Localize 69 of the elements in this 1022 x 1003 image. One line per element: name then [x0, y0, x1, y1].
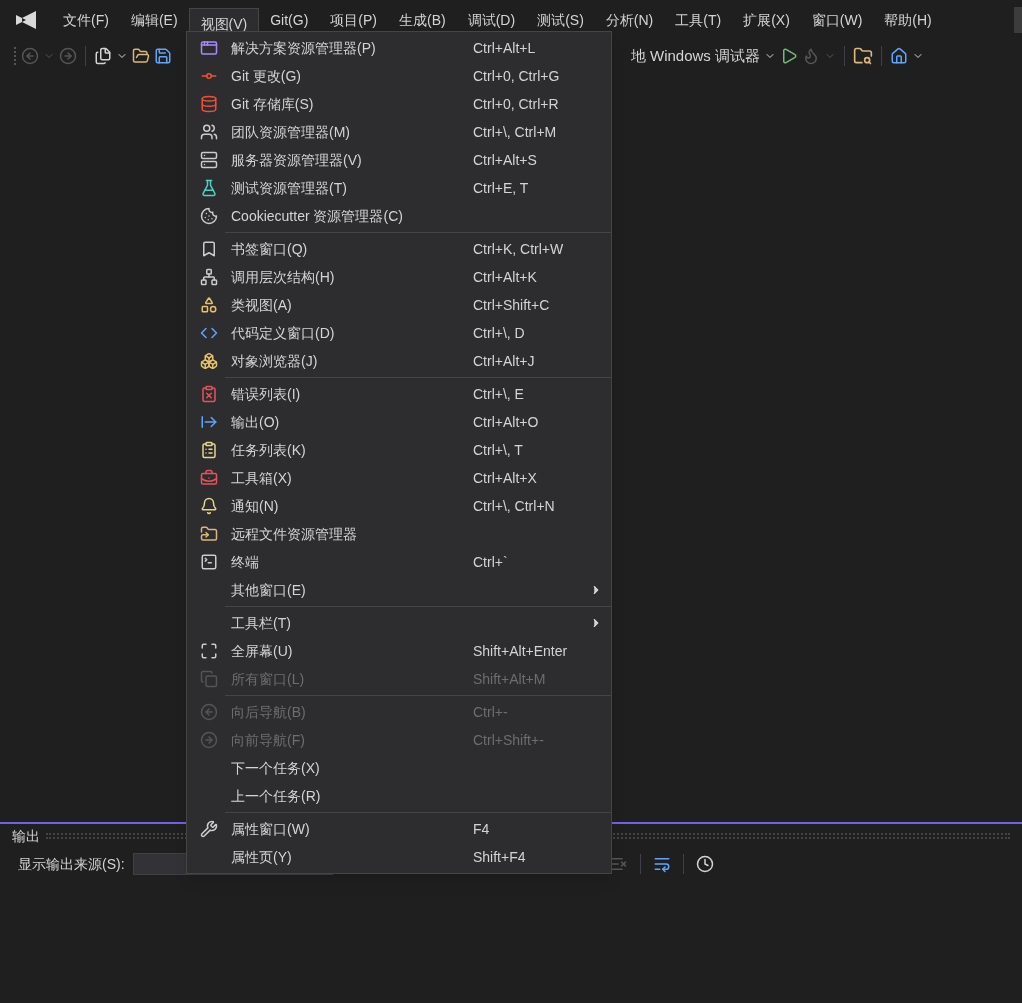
menu-entry[interactable]: Git 更改(G) Ctrl+0, Ctrl+G — [187, 62, 611, 90]
debugger-label[interactable]: 地 Windows 调试器 — [630, 44, 760, 68]
clear-list-icon[interactable] — [610, 855, 628, 873]
open-folder-icon[interactable] — [132, 47, 150, 65]
menu-item[interactable]: 文件(F) — [52, 8, 120, 32]
people-icon — [200, 123, 218, 141]
menu-entry[interactable]: 测试资源管理器(T) Ctrl+E, T — [187, 174, 611, 202]
menu-item[interactable]: 编辑(E) — [119, 8, 189, 32]
word-wrap-icon[interactable] — [653, 855, 671, 873]
play-icon[interactable] — [780, 47, 798, 65]
menu-entry[interactable]: 全屏幕(U) Shift+Alt+Enter — [187, 637, 611, 665]
menu-entry[interactable]: 远程文件资源管理器 — [187, 520, 611, 548]
menu-entry[interactable]: 错误列表(I) Ctrl+\, E — [187, 380, 611, 408]
server-icon — [200, 151, 218, 169]
menu-entry[interactable]: 调用层次结构(H) Ctrl+Alt+K — [187, 263, 611, 291]
wrench-icon — [200, 820, 218, 838]
menu-entry[interactable]: 类视图(A) Ctrl+Shift+C — [187, 291, 611, 319]
forward-icon[interactable] — [59, 47, 77, 65]
menu-entry[interactable]: 通知(N) Ctrl+\, Ctrl+N — [187, 492, 611, 520]
menu-entry[interactable]: 服务器资源管理器(V) Ctrl+Alt+S — [187, 146, 611, 174]
task-list-icon — [200, 441, 218, 459]
fullscreen-icon — [200, 642, 218, 660]
remote-folder-icon — [200, 525, 218, 543]
menu-item[interactable]: 调试(D) — [456, 8, 527, 32]
menu-item[interactable]: 项目(P) — [319, 8, 388, 32]
database-icon — [200, 95, 218, 113]
source-label: 显示输出来源(S): — [18, 854, 125, 874]
menu-entry[interactable]: 工具箱(X) Ctrl+Alt+X — [187, 464, 611, 492]
back-icon — [200, 703, 218, 721]
cookie-icon — [200, 207, 218, 225]
forward-icon — [200, 731, 218, 749]
menu-entry[interactable]: 上一个任务(R) — [187, 782, 611, 810]
clock-icon[interactable] — [696, 855, 714, 873]
menu-entry[interactable]: 团队资源管理器(M) Ctrl+\, Ctrl+M — [187, 118, 611, 146]
menu-entry[interactable]: 下一个任务(X) — [187, 754, 611, 782]
menu-item[interactable]: 扩展(X) — [732, 8, 801, 32]
menu-entry[interactable]: 属性页(Y) Shift+F4 — [187, 843, 611, 871]
logo-icon — [14, 9, 38, 31]
menu-entry[interactable]: 其他窗口(E) — [187, 576, 611, 604]
menu-item[interactable]: 分析(N) — [594, 8, 665, 32]
menu-entry[interactable]: 工具栏(T) — [187, 609, 611, 637]
menu-entry[interactable]: 对象浏览器(J) Ctrl+Alt+J — [187, 347, 611, 375]
menu-item[interactable]: 测试(S) — [526, 8, 595, 32]
folder-search-icon[interactable] — [853, 46, 873, 66]
menu-entry[interactable]: 终端 Ctrl+` — [187, 548, 611, 576]
search-field[interactable] — [1014, 7, 1022, 33]
window-icon — [200, 39, 218, 57]
menu-entry[interactable]: 属性窗口(W) F4 — [187, 815, 611, 843]
menu-item[interactable]: 工具(T) — [664, 8, 733, 32]
save-icon[interactable] — [154, 47, 172, 65]
flask-icon — [200, 179, 218, 197]
menu-entry[interactable]: Git 存储库(S) Ctrl+0, Ctrl+R — [187, 90, 611, 118]
back-icon[interactable] — [21, 47, 39, 65]
menu-entry[interactable]: Cookiecutter 资源管理器(C) — [187, 202, 611, 230]
menu-entry[interactable]: 代码定义窗口(D) Ctrl+\, D — [187, 319, 611, 347]
bell-icon — [200, 497, 218, 515]
menu-item[interactable]: 窗口(W) — [800, 8, 874, 32]
panel-title: 输出 — [12, 826, 40, 846]
menu-item[interactable]: 生成(B) — [388, 8, 457, 32]
terminal-icon — [200, 553, 218, 571]
clipboard-error-icon — [200, 385, 218, 403]
menu-entry[interactable]: 任务列表(K) Ctrl+\, T — [187, 436, 611, 464]
bookmark-icon — [200, 240, 218, 258]
menu-item[interactable]: Git(G) — [259, 8, 320, 32]
hierarchy-icon — [200, 268, 218, 286]
menu-entry[interactable]: 输出(O) Ctrl+Alt+O — [187, 408, 611, 436]
menu-entry[interactable]: 书签窗口(Q) Ctrl+K, Ctrl+W — [187, 235, 611, 263]
menu-item[interactable]: 帮助(H) — [873, 8, 943, 32]
toolbox-icon — [200, 469, 218, 487]
